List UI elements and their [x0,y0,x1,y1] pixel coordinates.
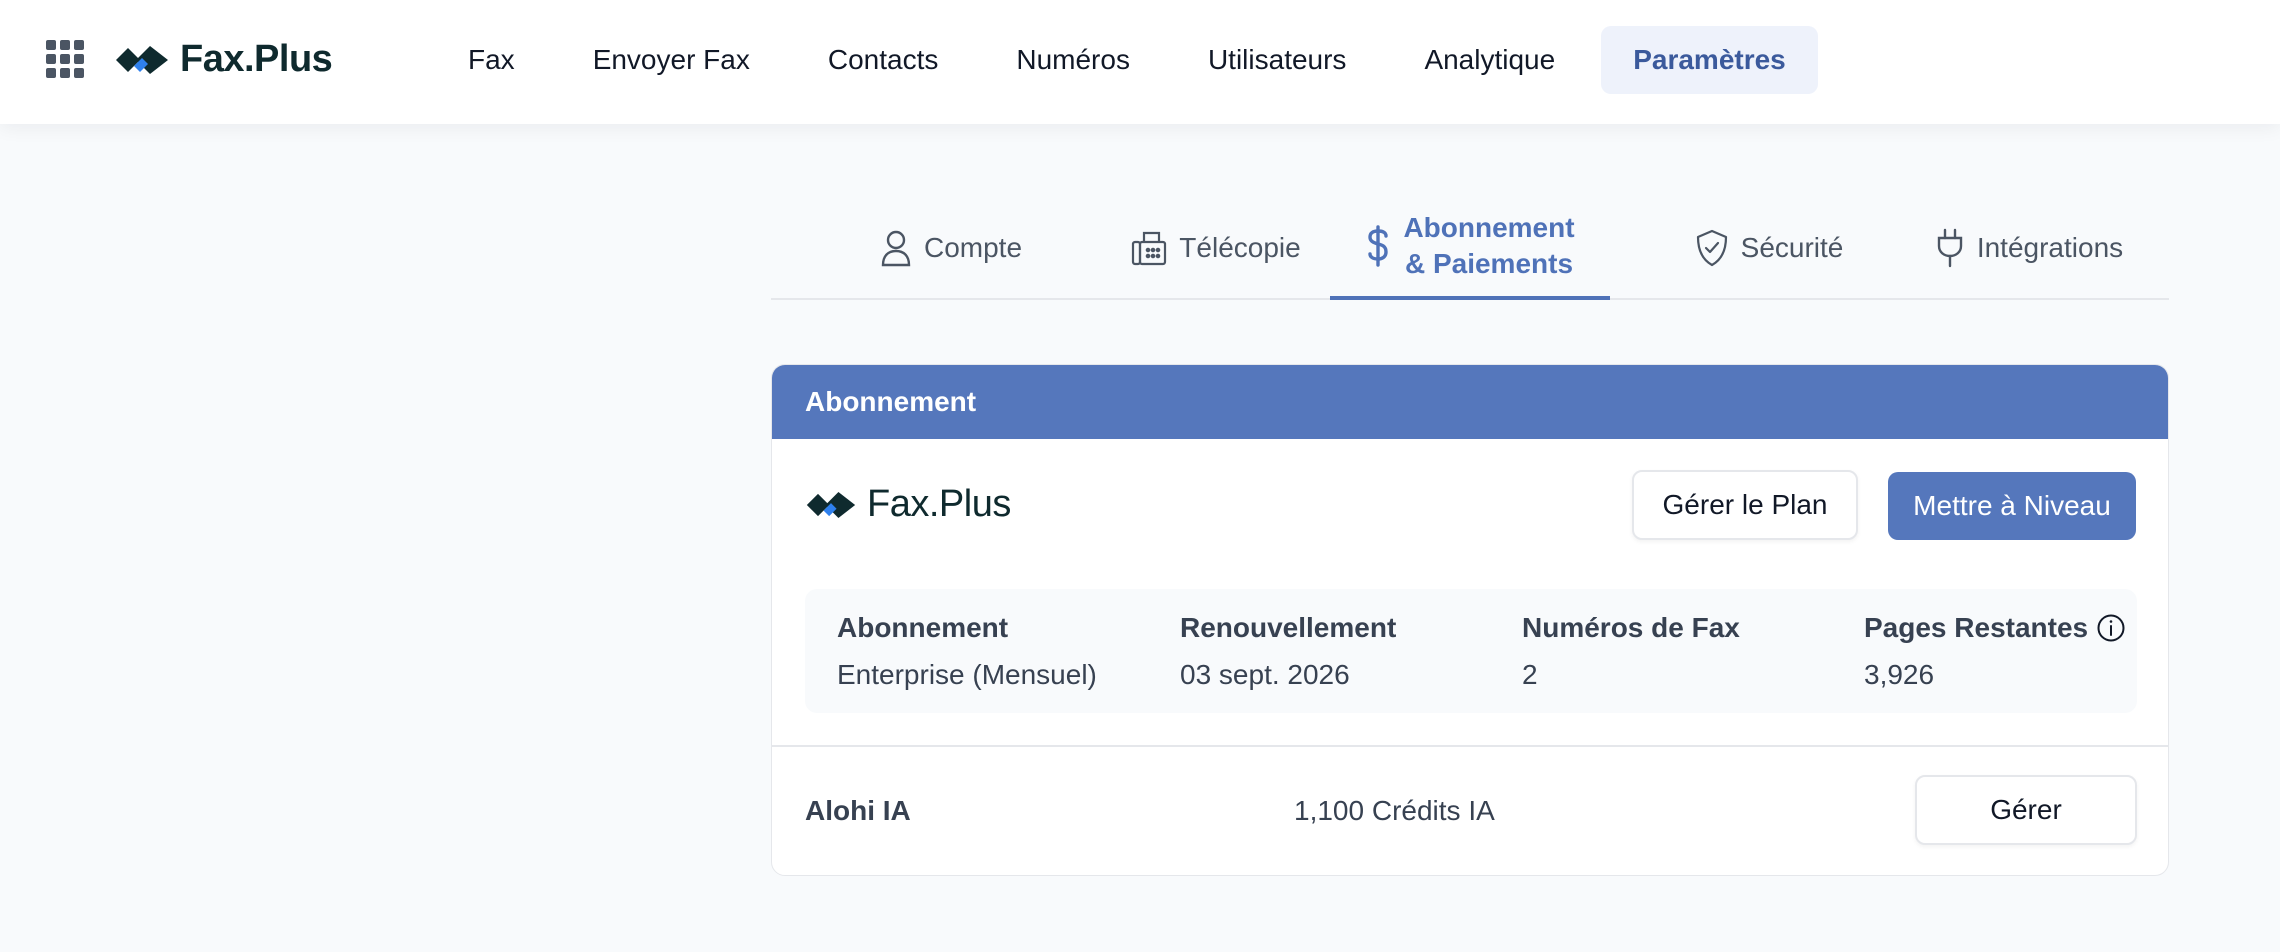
top-navbar: Fax.Plus Fax Envoyer Fax Contacts Numéro… [0,0,2280,124]
stat-remaining-pages: Pages Restantes 3,926 [1864,609,2126,695]
brand-logo[interactable]: Fax.Plus [114,38,333,81]
ai-label: Alohi IA [805,795,911,826]
stat-remaining-pages-value: 3,926 [1864,659,1935,690]
user-icon [881,230,911,267]
nav-item-settings[interactable]: Paramètres [1601,26,1818,94]
nav-item-fax[interactable]: Fax [436,26,547,94]
stat-remaining-pages-label-row: Pages Restantes [1864,609,2126,647]
card-brand-name: Fax.Plus [867,483,1011,525]
nav-item-numbers[interactable]: Numéros [984,26,1162,94]
brand-name: Fax.Plus [180,38,333,80]
stat-subscription-label: Abonnement [837,612,1009,643]
stat-subscription-value: Enterprise (Mensuel) [837,659,1097,690]
tab-integrations-label: Intégrations [1976,232,2124,263]
tab-security-label: Sécurité [1740,232,1844,263]
card-divider [772,745,2168,747]
tab-subscription-label-line1: Abonnement [1403,212,1575,243]
stat-renewal-label: Renouvellement [1180,612,1397,643]
faxplus-logo-icon [116,45,168,74]
tab-account[interactable]: Compte [831,196,1071,300]
tab-subscription-payments[interactable]: Abonnement & Paiements [1330,196,1610,300]
main-nav: Fax Envoyer Fax Contacts Numéros Utilisa… [436,26,1832,94]
tab-account-label: Compte [923,232,1023,263]
stat-renewal: Renouvellement 03 sept. 2026 [1180,609,1396,695]
fax-machine-icon [1132,231,1167,266]
manage-plan-button[interactable]: Gérer le Plan [1632,470,1858,540]
subscription-card: Abonnement Fax.Plus Gérer le Plan Mettre… [771,364,2169,876]
subscription-stats: Abonnement Enterprise (Mensuel) Renouvel… [805,589,2137,713]
manage-ai-button[interactable]: Gérer [1915,775,2137,845]
subscription-card-header: Abonnement [772,365,2168,439]
nav-item-contacts[interactable]: Contacts [796,26,971,94]
stat-fax-numbers: Numéros de Fax 2 [1522,609,1740,695]
faxplus-logo-icon [806,491,856,518]
card-brand-logo: Fax.Plus [805,483,1011,526]
shield-check-icon [1696,229,1727,267]
settings-tabs: Compte Télécopie Abonnement & Paiements … [771,196,2169,300]
nav-item-send-fax[interactable]: Envoyer Fax [561,26,782,94]
stat-fax-numbers-value: 2 [1522,659,1538,690]
stat-subscription: Abonnement Enterprise (Mensuel) [837,609,1097,695]
tab-fax-settings[interactable]: Télécopie [1096,196,1336,300]
tab-security[interactable]: Sécurité [1649,196,1889,300]
stat-remaining-pages-label: Pages Restantes [1864,612,2089,643]
tab-integrations[interactable]: Intégrations [1889,196,2169,300]
stat-fax-numbers-label: Numéros de Fax [1522,612,1740,643]
nav-item-users[interactable]: Utilisateurs [1176,26,1378,94]
upgrade-button[interactable]: Mettre à Niveau [1888,472,2136,540]
stat-renewal-value: 03 sept. 2026 [1180,659,1350,690]
nav-item-analytics[interactable]: Analytique [1392,26,1587,94]
dollar-icon [1368,225,1389,267]
plug-icon [1937,228,1963,268]
info-icon[interactable] [2096,613,2126,643]
tab-subscription-label-line2: & Paiements [1404,248,1574,279]
ai-credits: 1,100 Crédits IA [1294,795,1495,826]
apps-grid-icon[interactable] [46,40,84,80]
tab-subscription-label: Abonnement & Paiements [1403,210,1574,282]
tab-fax-settings-label: Télécopie [1179,232,1301,263]
